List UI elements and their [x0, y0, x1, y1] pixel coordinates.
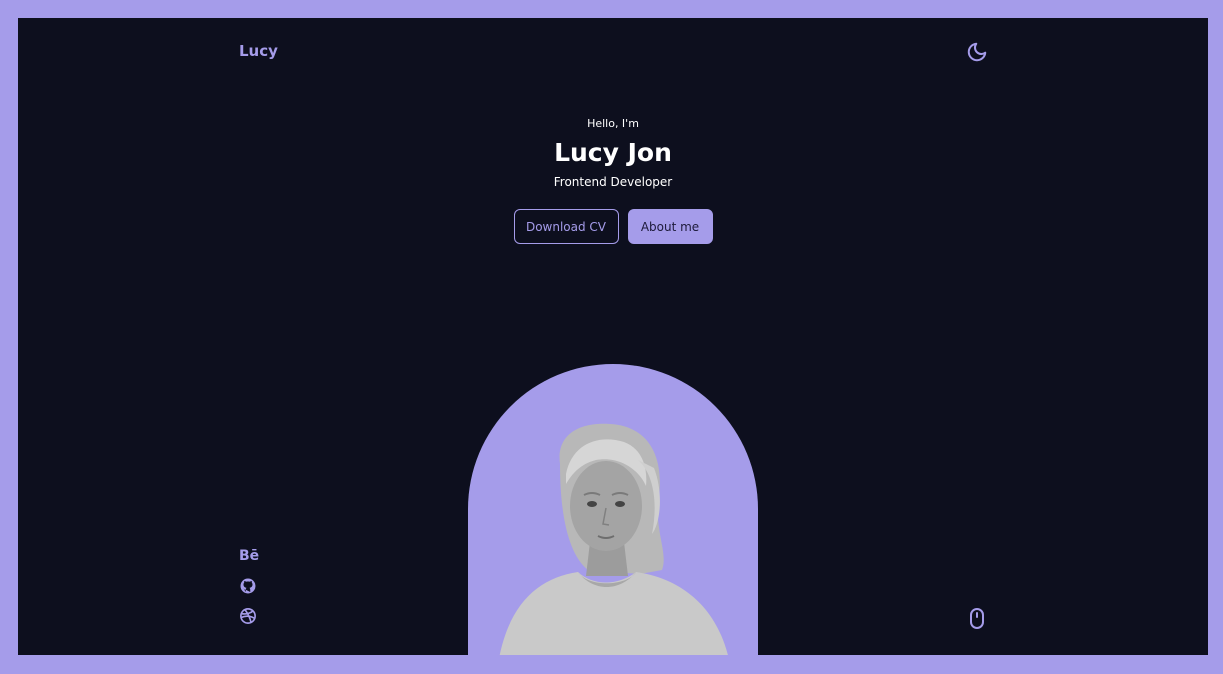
github-icon	[240, 578, 256, 594]
dribbble-link[interactable]	[239, 606, 259, 626]
theme-toggle-button[interactable]	[966, 41, 988, 63]
github-link[interactable]	[239, 576, 259, 596]
about-me-button[interactable]: About me	[627, 209, 713, 244]
hero-greeting: Hello, I'm	[587, 117, 639, 130]
hero-role: Frontend Developer	[553, 175, 673, 189]
download-cv-button[interactable]: Download CV	[513, 209, 619, 244]
moon-icon	[967, 42, 987, 62]
hero-section: Hello, I'm Lucy Jon Frontend Developer D…	[18, 117, 1208, 244]
dribbble-icon	[240, 608, 256, 624]
portrait-frame	[468, 364, 758, 655]
hero-buttons: Download CV About me	[18, 209, 1208, 244]
social-links: Bē	[239, 546, 259, 626]
mouse-icon	[970, 608, 984, 629]
hero-name: Lucy Jon	[554, 138, 672, 167]
scroll-down-button[interactable]	[969, 607, 985, 631]
behance-link[interactable]: Bē	[239, 546, 259, 566]
behance-icon: Bē	[239, 548, 260, 564]
logo-link[interactable]: Lucy	[239, 42, 278, 60]
portrait-image	[499, 423, 728, 655]
app-screen: Lucy Hello, I'm Lucy Jon Frontend Develo…	[18, 18, 1208, 655]
